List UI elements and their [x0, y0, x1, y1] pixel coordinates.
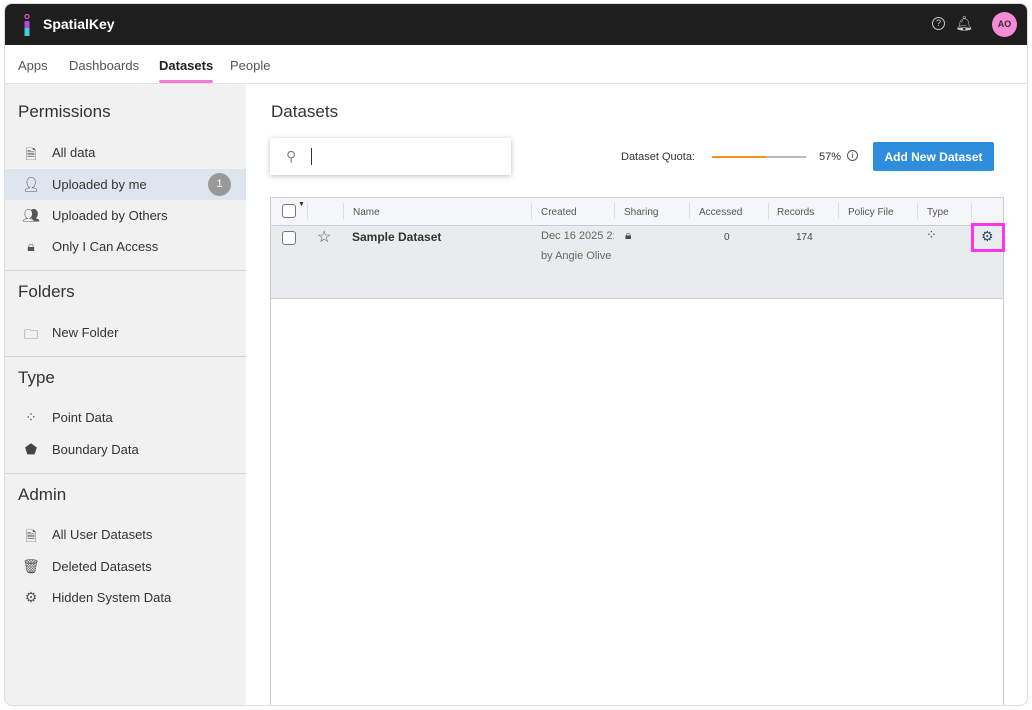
section-title-admin: Admin — [18, 485, 67, 504]
folder-plus-icon: 🗀 — [24, 326, 38, 342]
created-date: Dec 16 2025 2: — [541, 230, 614, 242]
sidebar-item-point-data[interactable]: ⁘ Point Data — [5, 402, 246, 433]
section-title-permissions: Permissions — [18, 102, 111, 121]
divider — [5, 270, 246, 271]
avatar[interactable]: AO — [992, 12, 1017, 37]
lock-icon: 🔒︎ — [27, 238, 35, 254]
column-type[interactable]: Type — [927, 207, 949, 218]
main-content: Datasets ⚲ Dataset Quota: 57% i Add New … — [246, 84, 1027, 705]
records-count: 174 — [796, 232, 813, 243]
select-all-checkbox[interactable] — [282, 204, 296, 218]
top-bar: SpatialKey ? 🔔︎ AO — [5, 4, 1027, 45]
column-sharing[interactable]: Sharing — [624, 207, 658, 218]
star-icon[interactable]: ☆ — [317, 227, 331, 247]
sidebar-item-deleted-datasets[interactable]: 🗑︎ Deleted Datasets — [5, 551, 246, 582]
user-plus-icon: 👤︎ — [22, 176, 40, 192]
sidebar-item-new-folder[interactable]: 🗀 New Folder — [5, 317, 246, 348]
pentagon-icon: ⬟ — [24, 441, 38, 457]
bell-icon[interactable]: 🔔︎ — [955, 15, 973, 32]
search-icon: ⚲ — [286, 148, 297, 164]
tab-datasets[interactable]: Datasets — [159, 58, 214, 83]
settings-highlight: ⚙︎ — [971, 223, 1005, 252]
gear-icon[interactable]: ⚙︎ — [981, 228, 994, 245]
quota-bar — [712, 156, 806, 158]
sidebar: Permissions 🗎 All data 👤︎ Uploaded by me 1 … — [5, 84, 246, 705]
gear-icon: ⚙︎ — [24, 589, 38, 605]
users-icon: 👥︎ — [22, 207, 40, 223]
lock-icon: 🔒︎ — [625, 228, 632, 242]
document-icon: 🗎 — [25, 146, 37, 162]
column-created[interactable]: Created — [541, 207, 577, 218]
tab-people[interactable]: People — [230, 58, 270, 73]
sidebar-item-uploaded-by-others[interactable]: 👥︎ Uploaded by Others — [5, 200, 246, 231]
search-input[interactable]: ⚲ — [270, 138, 511, 175]
dataset-name[interactable]: Sample Dataset — [352, 230, 441, 244]
trash-icon: 🗑︎ — [22, 558, 40, 574]
sidebar-item-uploaded-by-me[interactable]: 👤︎ Uploaded by me 1 — [5, 169, 246, 200]
points-icon: ⁘ — [926, 227, 937, 242]
sidebar-item-hidden-system-data[interactable]: ⚙︎ Hidden System Data — [5, 582, 246, 613]
datasets-table: ▼ Name Created Sharing Accessed Records … — [270, 197, 1005, 705]
section-title-folders: Folders — [18, 282, 75, 301]
column-records[interactable]: Records — [777, 207, 814, 218]
sidebar-item-all-data[interactable]: 🗎 All data — [5, 137, 246, 168]
page-title: Datasets — [271, 102, 339, 121]
text-cursor — [311, 148, 312, 165]
created-by: by Angie Olive — [541, 250, 612, 262]
column-policy-file[interactable]: Policy File — [848, 207, 894, 218]
tab-apps[interactable]: Apps — [18, 58, 48, 73]
divider — [5, 356, 246, 357]
quota-label: Dataset Quota: — [621, 151, 695, 163]
caret-down-icon[interactable]: ▼ — [298, 201, 305, 208]
column-name[interactable]: Name — [353, 207, 380, 218]
divider — [5, 473, 246, 474]
sidebar-item-boundary-data[interactable]: ⬟ Boundary Data — [5, 434, 246, 465]
brand-name: SpatialKey — [43, 16, 115, 32]
table-header: ▼ Name Created Sharing Accessed Records … — [271, 198, 1003, 226]
add-new-dataset-button[interactable]: Add New Dataset — [873, 142, 994, 171]
quota-fill — [712, 156, 766, 158]
info-icon[interactable]: i — [847, 150, 858, 161]
accessed-count: 0 — [724, 232, 730, 243]
spatialkey-logo-icon — [24, 14, 30, 36]
row-checkbox[interactable] — [282, 231, 296, 245]
document-icon: 🗎 — [25, 528, 37, 544]
help-icon[interactable]: ? — [932, 17, 945, 30]
table-row[interactable]: ☆ Sample Dataset Dec 16 2025 2: by Angie… — [271, 223, 1005, 299]
app-window: SpatialKey ? 🔔︎ AO Apps Dashboards Datas… — [4, 3, 1028, 706]
nav-tabs: Apps Dashboards Datasets People — [5, 45, 1027, 84]
section-title-type: Type — [18, 368, 55, 387]
points-icon: ⁘ — [25, 409, 37, 425]
column-accessed[interactable]: Accessed — [699, 207, 742, 218]
count-badge: 1 — [208, 173, 231, 196]
tab-dashboards[interactable]: Dashboards — [69, 58, 139, 73]
sidebar-item-only-i-can-access[interactable]: 🔒︎ Only I Can Access — [5, 231, 246, 262]
sidebar-item-all-user-datasets[interactable]: 🗎 All User Datasets — [5, 519, 246, 550]
quota-percent: 57% — [819, 151, 842, 163]
